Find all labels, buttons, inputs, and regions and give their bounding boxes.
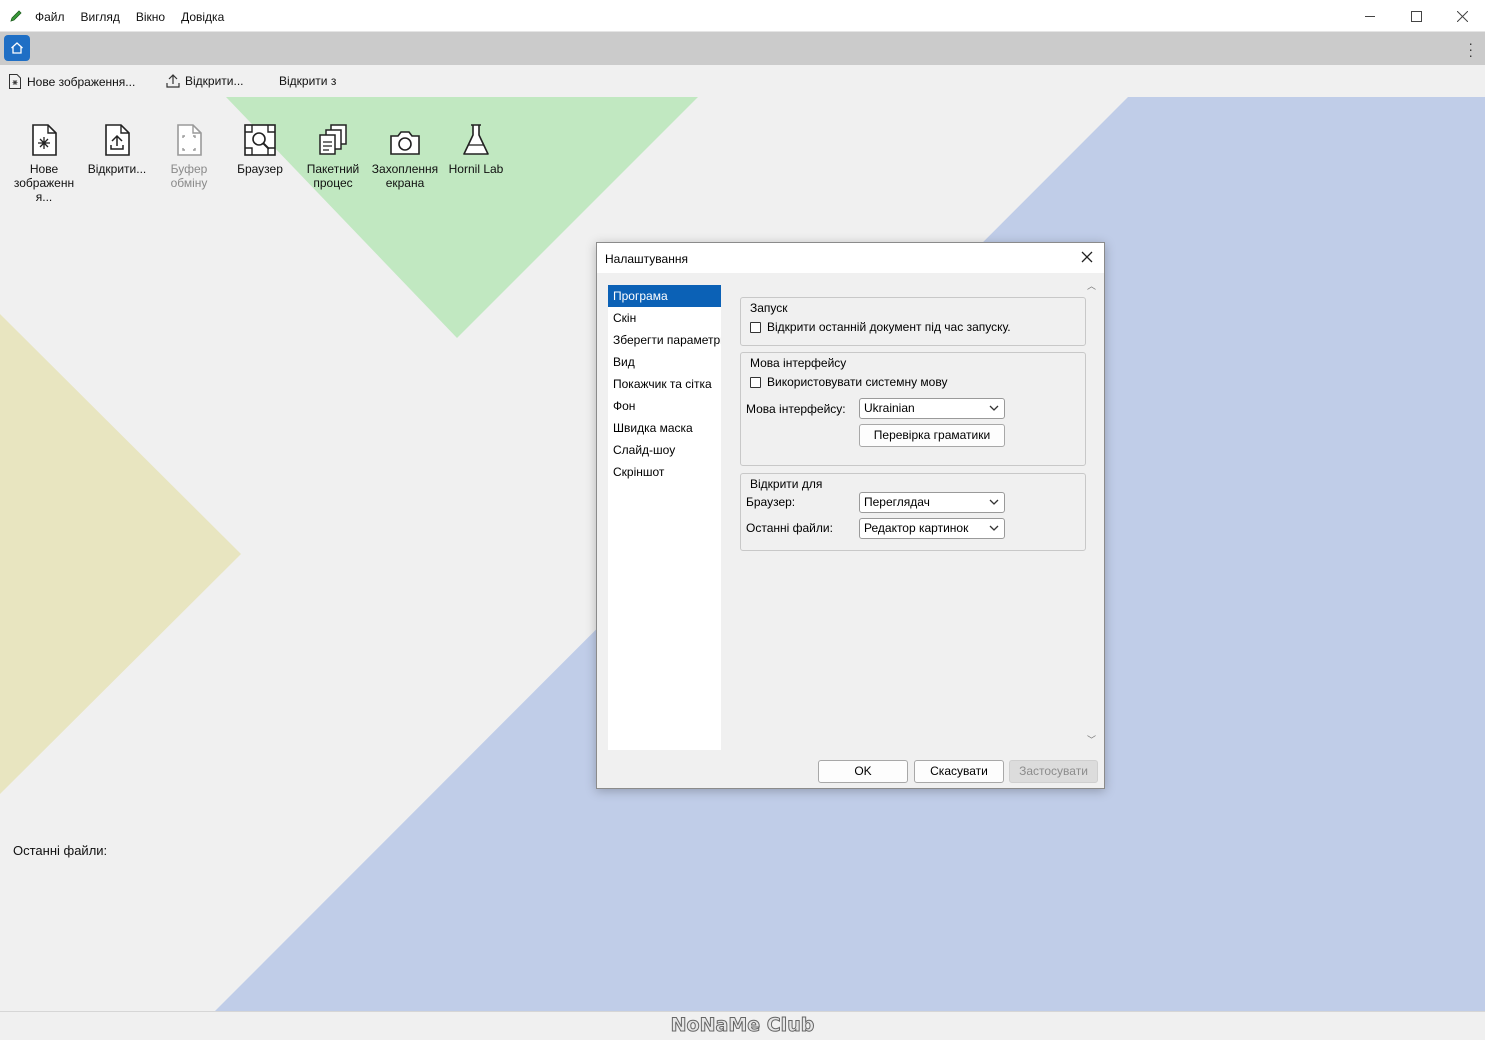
toolbar-new-image[interactable]: Нове зображення... bbox=[8, 74, 135, 89]
minimize-button[interactable] bbox=[1347, 0, 1393, 32]
language-select-value: Ukrainian bbox=[864, 401, 915, 415]
nav-item-view[interactable]: Вид bbox=[608, 351, 721, 373]
dialog-title-bar: Налаштування bbox=[597, 243, 1104, 273]
watermark: NoNaMe Club bbox=[670, 1014, 815, 1037]
recent-files-select-value: Редактор картинок bbox=[864, 521, 969, 535]
close-window-button[interactable] bbox=[1439, 0, 1485, 32]
apply-button[interactable]: Застосувати bbox=[1009, 760, 1098, 783]
cancel-button[interactable]: Скасувати bbox=[914, 760, 1004, 783]
open-for-group: Відкрити для Браузер: Переглядач Останні… bbox=[740, 473, 1086, 551]
open-last-label: Відкрити останній документ під час запус… bbox=[767, 320, 1011, 334]
language-label: Мова інтерфейсу: bbox=[746, 402, 846, 416]
maximize-button[interactable] bbox=[1393, 0, 1439, 32]
menu-window[interactable]: Вікно bbox=[136, 10, 165, 24]
minimize-icon bbox=[1364, 15, 1375, 17]
launcher-browser-label: Браузер bbox=[237, 162, 283, 176]
checkbox-box[interactable] bbox=[750, 376, 761, 388]
recent-files-select-label: Останні файли: bbox=[746, 521, 833, 535]
home-icon bbox=[11, 42, 23, 54]
chevron-down-icon bbox=[989, 499, 999, 505]
browser-select-value: Переглядач bbox=[864, 495, 930, 509]
ok-button[interactable]: OK bbox=[818, 760, 908, 783]
window-controls bbox=[1347, 0, 1485, 32]
nav-item-program[interactable]: Програма bbox=[608, 285, 721, 307]
camera-icon bbox=[390, 131, 420, 155]
launcher-open-label: Відкрити... bbox=[87, 162, 147, 176]
app-pencil-icon bbox=[10, 10, 22, 22]
launcher-new-image[interactable]: Нове зображенн я... bbox=[7, 122, 81, 204]
new-image-icon bbox=[9, 74, 21, 89]
launcher-batch[interactable]: Пакетний процес bbox=[296, 122, 370, 190]
flask-icon bbox=[463, 124, 489, 155]
launcher-clipboard[interactable]: Буфер обміну bbox=[152, 122, 226, 190]
recent-files-select[interactable]: Редактор картинок bbox=[859, 518, 1005, 539]
grammar-check-button[interactable]: Перевірка граматики bbox=[859, 424, 1005, 447]
batch-icon bbox=[319, 124, 347, 155]
startup-group: Запуск Відкрити останній документ під ча… bbox=[740, 297, 1086, 346]
launcher-hornil-lab[interactable]: Hornil Lab bbox=[439, 122, 513, 176]
nav-item-save-params[interactable]: Зберегти параметри bbox=[608, 329, 721, 351]
browser-icon bbox=[244, 124, 276, 156]
launcher-clipboard-label: Буфер обміну bbox=[170, 162, 208, 190]
language-group: Мова інтерфейсу Використовувати системну… bbox=[740, 352, 1086, 466]
dialog-title: Налаштування bbox=[605, 252, 688, 266]
open-file-icon bbox=[105, 124, 130, 156]
nav-item-skin[interactable]: Скін bbox=[608, 307, 721, 329]
nav-item-background[interactable]: Фон bbox=[608, 395, 721, 417]
open-last-checkbox[interactable]: Відкрити останній документ під час запус… bbox=[750, 320, 1011, 334]
use-system-language-label: Використовувати системну мову bbox=[767, 375, 948, 389]
chevron-down-icon bbox=[989, 525, 999, 531]
nav-item-pointer-grid[interactable]: Покажчик та сітка bbox=[608, 373, 721, 395]
toolbar-open-label: Відкрити... bbox=[185, 74, 244, 88]
launcher-batch-label: Пакетний процес bbox=[306, 162, 360, 190]
menu-view[interactable]: Вигляд bbox=[81, 10, 120, 24]
launcher-screen-capture-label: Захоплення екрана bbox=[371, 162, 439, 190]
scroll-down-icon[interactable]: ﹀ bbox=[1087, 733, 1096, 746]
scroll-up-icon[interactable]: ︿ bbox=[1087, 279, 1096, 292]
checkbox-box[interactable] bbox=[750, 321, 761, 333]
nav-item-slideshow[interactable]: Слайд-шоу bbox=[608, 439, 721, 461]
close-icon bbox=[1456, 10, 1468, 22]
clipboard-icon bbox=[177, 124, 202, 156]
browser-label: Браузер: bbox=[746, 495, 796, 509]
title-bar: Файл Вигляд Вікно Довідка bbox=[0, 0, 1485, 32]
home-bar: · · · bbox=[0, 32, 1485, 65]
recent-files-label: Останні файли: bbox=[13, 843, 108, 858]
launcher-screen-capture[interactable]: Захоплення екрана bbox=[368, 122, 442, 190]
menu-bar: Файл Вигляд Вікно Довідка bbox=[35, 10, 240, 24]
home-button[interactable] bbox=[4, 35, 30, 61]
new-image-icon bbox=[32, 124, 57, 156]
open-for-group-title: Відкрити для bbox=[750, 477, 823, 491]
settings-nav: Програма Скін Зберегти параметри Вид Пок… bbox=[608, 285, 721, 750]
launcher-browser[interactable]: Браузер bbox=[223, 122, 297, 176]
menu-file[interactable]: Файл bbox=[35, 10, 65, 24]
toolbar: Нове зображення... Відкрити... Відкрити … bbox=[0, 65, 1485, 97]
upload-icon bbox=[166, 74, 180, 88]
launcher-open[interactable]: Відкрити... bbox=[80, 122, 154, 176]
language-group-title: Мова інтерфейсу bbox=[750, 356, 847, 370]
more-options-icon[interactable]: · · · bbox=[1468, 36, 1473, 62]
status-bar: NoNaMe Club bbox=[0, 1011, 1485, 1040]
toolbar-open-from[interactable]: Відкрити з bbox=[279, 74, 336, 88]
settings-dialog: Налаштування Програма Скін Зберегти пара… bbox=[596, 242, 1105, 789]
toolbar-new-image-label: Нове зображення... bbox=[27, 74, 136, 89]
maximize-icon bbox=[1410, 10, 1422, 22]
language-select[interactable]: Ukrainian bbox=[859, 398, 1005, 419]
menu-help[interactable]: Довідка bbox=[181, 10, 224, 24]
startup-group-title: Запуск bbox=[750, 301, 788, 315]
close-icon[interactable] bbox=[1079, 249, 1095, 265]
nav-item-quick-mask[interactable]: Швидка маска bbox=[608, 417, 721, 439]
nav-item-screenshot[interactable]: Скріншот bbox=[608, 461, 721, 483]
launcher-new-image-label: Нове зображенн я... bbox=[13, 162, 75, 204]
launcher-hornil-lab-label: Hornil Lab bbox=[448, 162, 504, 176]
use-system-language-checkbox[interactable]: Використовувати системну мову bbox=[750, 375, 947, 389]
chevron-down-icon bbox=[989, 405, 999, 411]
toolbar-open-from-label: Відкрити з bbox=[279, 74, 337, 88]
browser-select[interactable]: Переглядач bbox=[859, 492, 1005, 513]
toolbar-open[interactable]: Відкрити... bbox=[166, 74, 244, 88]
